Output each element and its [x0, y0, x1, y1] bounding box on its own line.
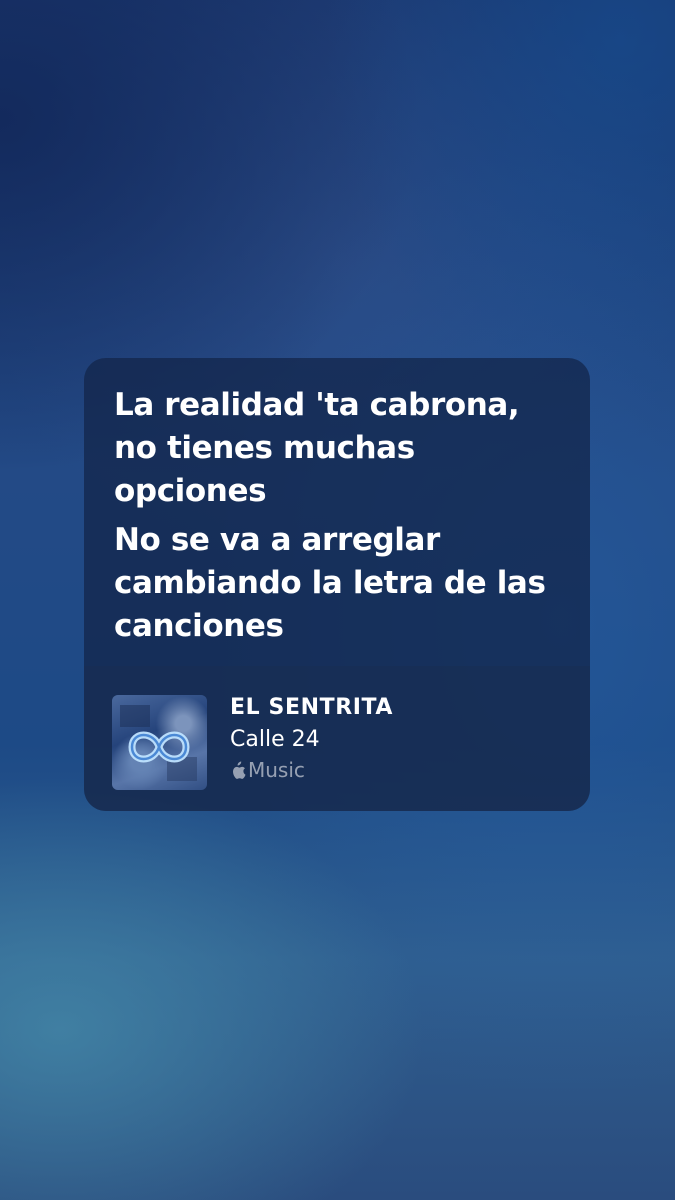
album-cover-infinity-icon [112, 695, 207, 790]
lyric-line-1: La realidad 'ta cabrona, no tienes mucha… [114, 387, 520, 509]
service-label: Music [248, 758, 305, 782]
album-cover-image[interactable] [112, 695, 207, 790]
apple-logo-icon [233, 761, 246, 779]
apple-music-badge: Music [230, 757, 393, 783]
lyric-line-2: No se va a arreglar cambiando la letra d… [114, 522, 546, 644]
lyrics-block: La realidad 'ta cabrona, no tienes mucha… [84, 358, 590, 644]
track-meta: EL SENTRITA Calle 24 Music [230, 695, 393, 783]
lyrics-share-card[interactable]: La realidad 'ta cabrona, no tienes mucha… [84, 358, 590, 811]
track-info-footer[interactable]: EL SENTRITA Calle 24 Music [84, 666, 590, 811]
album-name[interactable]: Calle 24 [230, 725, 393, 755]
artist-name[interactable]: EL SENTRITA [230, 695, 393, 721]
